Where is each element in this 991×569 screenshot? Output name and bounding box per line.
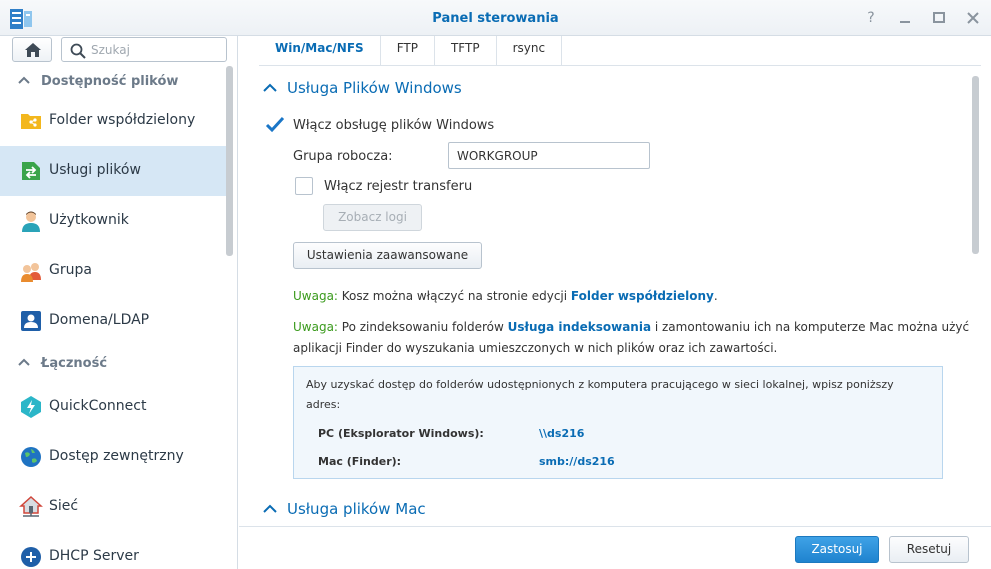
sidebar-section-label: Dostępność plików bbox=[41, 74, 179, 89]
sidebar-item-external-access[interactable]: Dostęp zewnętrzny bbox=[0, 432, 226, 482]
note-prefix: Uwaga: bbox=[293, 289, 338, 303]
advanced-settings-button[interactable]: Ustawienia zaawansowane bbox=[293, 242, 482, 269]
dhcp-server-icon bbox=[21, 547, 41, 567]
settings-content: Usługa Plików Windows Włącz obsługę plik… bbox=[239, 66, 969, 526]
transfer-log-checkbox[interactable] bbox=[295, 177, 313, 195]
mac-address-value: smb://ds216 bbox=[539, 455, 615, 468]
workgroup-label: Grupa robocza: bbox=[293, 149, 393, 164]
sidebar-item-label: Dostęp zewnętrzny bbox=[49, 448, 184, 464]
sidebar: Dostępność plików Folder współdzielony U… bbox=[0, 36, 238, 569]
close-button[interactable] bbox=[963, 8, 983, 28]
minimize-icon bbox=[900, 21, 910, 23]
indexing-service-link[interactable]: Usługa indeksowania bbox=[508, 320, 651, 334]
tab-rsync[interactable]: rsync bbox=[497, 36, 563, 66]
help-icon: ? bbox=[867, 10, 875, 26]
main-panel: Win/Mac/NFS FTP TFTP rsync Usługa Plików… bbox=[239, 36, 991, 569]
chevron-up-icon bbox=[18, 76, 30, 84]
workgroup-input[interactable] bbox=[448, 142, 650, 169]
note-text: . bbox=[713, 289, 718, 303]
window-title: Panel sterowania bbox=[432, 11, 559, 26]
close-icon bbox=[967, 12, 979, 24]
pc-address-label: PC (Eksplorator Windows): bbox=[318, 427, 484, 440]
access-info-box: Aby uzyskać dostęp do folderów udostępni… bbox=[293, 366, 943, 479]
sidebar-item-label: QuickConnect bbox=[49, 398, 147, 414]
chevron-up-icon bbox=[263, 83, 277, 92]
sidebar-item-label: Domena/LDAP bbox=[49, 312, 150, 328]
sidebar-section-file-sharing[interactable]: Dostępność plików bbox=[0, 66, 226, 96]
enable-windows-label: Włącz obsługę plików Windows bbox=[293, 118, 495, 133]
user-icon bbox=[22, 211, 40, 232]
title-bar: Panel sterowania ? bbox=[0, 0, 991, 36]
sidebar-item-domain-ldap[interactable]: Domena/LDAP bbox=[0, 296, 226, 346]
enable-windows-checkbox[interactable] bbox=[265, 116, 285, 134]
sidebar-item-label: Sieć bbox=[49, 498, 79, 514]
view-logs-button[interactable]: Zobacz logi bbox=[323, 204, 422, 231]
sidebar-item-quickconnect[interactable]: QuickConnect bbox=[0, 382, 226, 432]
sidebar-item-user[interactable]: Użytkownik bbox=[0, 196, 226, 246]
external-access-icon bbox=[21, 447, 41, 467]
maximize-icon bbox=[933, 12, 945, 23]
sidebar-item-file-services[interactable]: Usługi plików bbox=[0, 146, 226, 196]
tab-ftp[interactable]: FTP bbox=[381, 36, 435, 66]
sidebar-item-label: Użytkownik bbox=[49, 212, 129, 228]
home-button[interactable] bbox=[12, 37, 52, 62]
search-input[interactable] bbox=[91, 41, 221, 59]
shared-folder-icon bbox=[21, 114, 41, 129]
search-box[interactable] bbox=[61, 37, 227, 62]
sidebar-item-label: DHCP Server bbox=[49, 548, 139, 564]
access-info-description: Aby uzyskać dostęp do folderów udostępni… bbox=[306, 378, 894, 411]
sidebar-item-label: Grupa bbox=[49, 262, 92, 278]
mac-section-title: Usługa plików Mac bbox=[287, 500, 426, 518]
help-button[interactable]: ? bbox=[861, 8, 881, 28]
checkmark-icon bbox=[265, 116, 285, 133]
home-icon bbox=[25, 43, 41, 57]
network-icon bbox=[19, 495, 43, 517]
indexing-note: Uwaga: Po zindeksowaniu folderów Usługa … bbox=[293, 317, 969, 359]
sidebar-item-group[interactable]: Grupa bbox=[0, 246, 226, 296]
maximize-button[interactable] bbox=[929, 8, 949, 28]
note-prefix: Uwaga: bbox=[293, 320, 338, 334]
pc-address-value: \\ds216 bbox=[539, 427, 585, 440]
shared-folder-link[interactable]: Folder współdzielony bbox=[571, 289, 714, 303]
recycle-bin-note: Uwaga: Kosz można włączyć na stronie edy… bbox=[293, 286, 953, 307]
domain-ldap-icon bbox=[21, 311, 41, 331]
tab-bar: Win/Mac/NFS FTP TFTP rsync bbox=[259, 36, 981, 66]
sidebar-item-label: Usługi plików bbox=[49, 162, 141, 178]
chevron-up-icon bbox=[263, 504, 277, 513]
quickconnect-icon bbox=[21, 396, 41, 418]
sidebar-item-label: Folder współdzielony bbox=[49, 112, 196, 128]
tab-win-mac-nfs[interactable]: Win/Mac/NFS bbox=[259, 36, 381, 66]
sidebar-section-label: Łączność bbox=[41, 356, 108, 371]
sidebar-item-shared-folder[interactable]: Folder współdzielony bbox=[0, 96, 226, 146]
apply-button[interactable]: Zastosuj bbox=[795, 536, 879, 563]
file-services-icon bbox=[22, 162, 40, 180]
content-scrollbar[interactable] bbox=[972, 76, 979, 254]
tab-tftp[interactable]: TFTP bbox=[435, 36, 497, 66]
note-text: Po zindeksowaniu folderów bbox=[337, 320, 508, 334]
sidebar-item-dhcp-server[interactable]: DHCP Server bbox=[0, 532, 226, 569]
sidebar-scrollbar[interactable] bbox=[226, 66, 233, 256]
reset-button[interactable]: Resetuj bbox=[889, 536, 969, 563]
mac-address-label: Mac (Finder): bbox=[318, 455, 402, 468]
footer-bar: Zastosuj Resetuj bbox=[239, 526, 991, 569]
note-text: Kosz można włączyć na stronie edycji bbox=[337, 289, 571, 303]
sidebar-list: Dostępność plików Folder współdzielony U… bbox=[0, 66, 226, 569]
transfer-log-label: Włącz rejestr transferu bbox=[324, 179, 473, 194]
sidebar-item-network[interactable]: Sieć bbox=[0, 482, 226, 532]
chevron-up-icon bbox=[18, 358, 30, 366]
sidebar-section-connectivity[interactable]: Łączność bbox=[0, 346, 226, 382]
group-icon bbox=[21, 263, 41, 282]
search-icon bbox=[70, 43, 86, 59]
minimize-button[interactable] bbox=[895, 8, 915, 28]
windows-section-title: Usługa Plików Windows bbox=[287, 79, 462, 97]
